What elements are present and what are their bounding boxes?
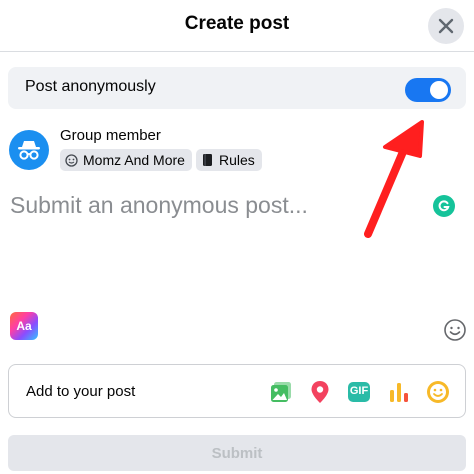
feeling-emoji-icon — [427, 381, 449, 403]
gif-button[interactable]: GIF — [346, 379, 372, 405]
add-to-post-box: Add to your post GIF — [8, 364, 466, 418]
text-format-button[interactable]: Aa — [10, 312, 38, 340]
gif-label: GIF — [349, 385, 369, 397]
submit-button[interactable]: Submit — [8, 435, 466, 471]
photo-video-icon — [271, 382, 291, 402]
emoji-icon[interactable] — [443, 318, 467, 342]
location-button[interactable] — [307, 379, 333, 405]
add-to-post-label: Add to your post — [26, 383, 136, 400]
poll-icon — [390, 383, 408, 402]
photo-video-button[interactable] — [268, 379, 294, 405]
poll-button[interactable] — [386, 379, 412, 405]
feeling-activity-button[interactable] — [425, 379, 451, 405]
location-pin-icon — [311, 381, 329, 403]
